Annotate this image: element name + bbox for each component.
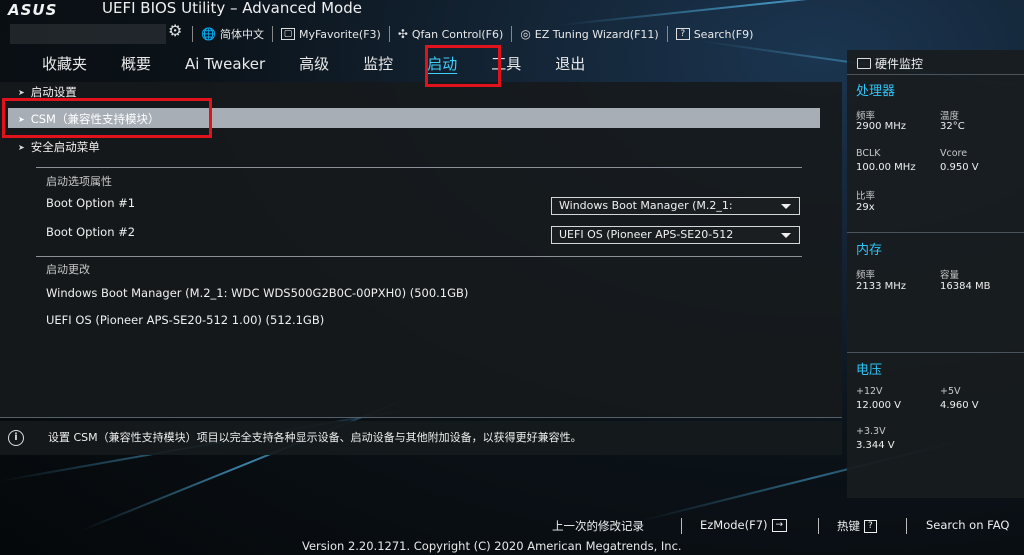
search-faq-button[interactable]: Search on FAQ xyxy=(926,518,1009,532)
v5-label: +5V xyxy=(940,386,961,397)
memory-freq-value: 2133 MHz xyxy=(856,281,907,292)
datetime-display xyxy=(10,24,166,44)
divider xyxy=(681,518,682,534)
v12-value: 12.000 V xyxy=(856,400,902,411)
divider xyxy=(906,518,907,534)
favorite-icon: ▢ xyxy=(280,28,295,40)
voltage-section-title: 电压 xyxy=(856,363,883,378)
boot-option-2-select[interactable]: UEFI OS (Pioneer APS-SE20-512 xyxy=(551,226,800,244)
question-key-icon: ? xyxy=(864,519,877,533)
top-bar: ASUS UEFI BIOS Utility – Advanced Mode ⚙… xyxy=(0,0,1024,46)
fan-icon: ✣ xyxy=(397,27,408,41)
v33-value: 3.344 V xyxy=(856,440,895,451)
csm-highlight-box xyxy=(2,98,212,138)
asus-logo: ASUS xyxy=(8,1,58,19)
cpu-temp-label: 温度 xyxy=(940,111,960,122)
v33-label: +3.3V xyxy=(856,426,886,437)
bottom-bar: 上一次的修改记录 EzMode(F7) → 热键 ? Search on FAQ… xyxy=(0,510,1024,555)
language-button[interactable]: 🌐 简体中文 xyxy=(192,26,272,42)
memory-freq-label: 频率 xyxy=(856,270,876,281)
arrow-right-icon: ➤ xyxy=(18,87,25,97)
ratio-label: 比率 xyxy=(856,191,876,202)
window-title: UEFI BIOS Utility – Advanced Mode xyxy=(102,0,362,17)
myfavorite-button[interactable]: ▢ MyFavorite(F3) xyxy=(271,26,389,42)
boot-option-priorities-heading: 启动选项属性 xyxy=(46,175,112,188)
boot-override-heading: 启动更改 xyxy=(46,263,90,276)
boot-option-1-select[interactable]: Windows Boot Manager (M.2_1: xyxy=(551,197,800,215)
divider xyxy=(847,232,1024,233)
exit-arrow-icon: → xyxy=(771,518,788,532)
tab-exit[interactable]: 退出 xyxy=(538,49,602,79)
bclk-value: 100.00 MHz xyxy=(856,162,916,173)
divider xyxy=(818,518,819,534)
hotkeys-button[interactable]: 热键 ? xyxy=(837,518,877,534)
menu-item-secure-boot[interactable]: ➤ 安全启动菜单 xyxy=(18,139,100,155)
bclk-label: BCLK xyxy=(856,148,881,159)
memory-section-title: 内存 xyxy=(856,243,883,258)
tab-monitor[interactable]: 监控 xyxy=(346,49,410,79)
search-button[interactable]: ? Search(F9) xyxy=(666,26,762,42)
version-text: Version 2.20.1271. Copyright (C) 2020 Am… xyxy=(302,539,682,553)
boot-override-item[interactable]: UEFI OS (Pioneer APS-SE20-512 1.00) (512… xyxy=(46,313,324,327)
memory-capacity-label: 容量 xyxy=(940,270,960,281)
divider xyxy=(847,352,1024,353)
monitor-icon xyxy=(857,58,871,69)
tab-ai-tweaker[interactable]: Ai Tweaker xyxy=(168,49,282,79)
ezmode-button[interactable]: EzMode(F7) → xyxy=(700,518,788,532)
v12-label: +12V xyxy=(856,386,883,397)
chevron-down-icon xyxy=(781,204,791,209)
divider xyxy=(847,74,1024,75)
help-bar: i 设置 CSM（兼容性支持模块）项目以完全支持各种显示设备、启动设备与其他附加… xyxy=(0,421,842,455)
v5-value: 4.960 V xyxy=(940,400,979,411)
hardware-monitor: 硬件监控 处理器 频率 2900 MHz 温度 32°C BCLK 100.00… xyxy=(847,50,1024,498)
divider xyxy=(36,256,802,257)
toolbar: 🌐 简体中文 ▢ MyFavorite(F3) ✣ Qfan Control(F… xyxy=(192,26,761,42)
tab-advanced[interactable]: 高级 xyxy=(282,49,346,79)
divider xyxy=(36,167,802,168)
search-icon: ? xyxy=(675,28,690,40)
memory-capacity-value: 16384 MB xyxy=(940,281,991,292)
ez-tuning-button[interactable]: ◎ EZ Tuning Wizard(F11) xyxy=(511,26,666,42)
cpu-freq-value: 2900 MHz xyxy=(856,121,907,132)
cpu-freq-label: 频率 xyxy=(856,111,876,122)
vcore-label: Vcore xyxy=(940,148,968,159)
tab-favorites[interactable]: 收藏夹 xyxy=(0,49,104,79)
bulb-icon: ◎ xyxy=(520,27,531,41)
globe-icon: 🌐 xyxy=(201,27,216,41)
arrow-right-icon: ➤ xyxy=(18,142,25,152)
main-tabs: 收藏夹 概要 Ai Tweaker 高级 监控 启动 工具 退出 xyxy=(0,46,842,82)
gear-icon[interactable]: ⚙ xyxy=(168,21,182,40)
qfan-button[interactable]: ✣ Qfan Control(F6) xyxy=(388,26,511,42)
help-text: 设置 CSM（兼容性支持模块）项目以完全支持各种显示设备、启动设备与其他附加设备… xyxy=(48,431,582,444)
boot-override-item[interactable]: Windows Boot Manager (M.2_1: WDC WDS500G… xyxy=(46,286,468,300)
chevron-down-icon xyxy=(781,233,791,238)
info-icon: i xyxy=(8,430,24,446)
boot-option-2-label: Boot Option #2 xyxy=(46,225,136,239)
cpu-section-title: 处理器 xyxy=(856,84,896,99)
last-modified-button[interactable]: 上一次的修改记录 xyxy=(552,518,644,534)
boot-tab-highlight-box xyxy=(425,45,501,87)
tab-main[interactable]: 概要 xyxy=(104,49,168,79)
vcore-value: 0.950 V xyxy=(940,162,979,173)
monitor-title: 硬件监控 xyxy=(857,55,923,72)
ratio-value: 29x xyxy=(856,202,875,213)
boot-option-1-label: Boot Option #1 xyxy=(46,196,136,210)
cpu-temp-value: 32°C xyxy=(940,121,965,132)
